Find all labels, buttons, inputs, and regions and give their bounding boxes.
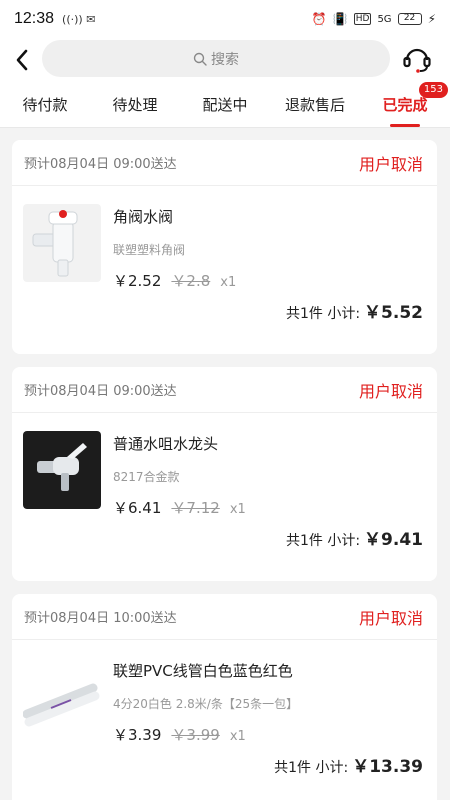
product-name: 普通水咀水龙头 [113, 435, 219, 453]
battery-icon: 22 [397, 13, 422, 25]
chevron-left-icon [16, 49, 28, 71]
order-summary: 共1件 小计: ￥13.39 [274, 752, 423, 777]
tab-pending-payment[interactable]: 待付款 [0, 82, 90, 127]
tab-pending-processing[interactable]: 待处理 [90, 82, 180, 127]
delivery-eta: 预计08月04日 10:00送达 [24, 611, 177, 626]
product-info: 联塑PVC线管白色蓝色红色 4分20白色 2.8米/条【25条一包】 ￥3.39… [113, 658, 298, 745]
product-row[interactable]: 普通水咀水龙头 8217合金款 ￥6.41 ￥7.12 x1 [12, 413, 437, 518]
order-summary: 共1件 小计: ￥5.52 [286, 298, 423, 323]
tab-completed-label: 已完成 [382, 96, 428, 114]
unit-price: ￥3.39 [113, 726, 162, 744]
order-subtotal: ￥5.52 [364, 303, 423, 323]
vibrate-icon: 📳 [332, 12, 348, 26]
status-time: 12:38 [14, 10, 55, 27]
quantity: x1 [229, 729, 246, 744]
item-count-label: 共1件 小计: [285, 306, 361, 322]
search-placeholder: 搜索 [211, 51, 239, 68]
order-status-tabs: 待付款 待处理 配送中 退款售后 已完成 153 [0, 82, 450, 128]
order-card[interactable]: 预计08月04日 10:00送达 用户取消 联塑PVC线管白色蓝色红色 4分20… [12, 594, 437, 800]
quantity: x1 [229, 502, 246, 517]
order-list: 预计08月04日 09:00送达 用户取消 角阀水阀 联塑塑料角阀 ￥2.52 [12, 140, 437, 800]
product-spec: 4分20白色 2.8米/条【25条一包】 [113, 697, 299, 711]
product-image-faucet [23, 431, 101, 509]
price-row: ￥3.39 ￥3.99 x1 [113, 724, 298, 745]
order-card-header: 预计08月04日 09:00送达 用户取消 [12, 367, 437, 413]
order-card-header: 预计08月04日 10:00送达 用户取消 [12, 594, 437, 640]
notification-icons: ((·)) ✉ [62, 12, 96, 26]
product-row[interactable]: 联塑PVC线管白色蓝色红色 4分20白色 2.8米/条【25条一包】 ￥3.39… [12, 640, 437, 745]
original-price: ￥3.99 [171, 726, 220, 744]
order-summary: 共1件 小计: ￥9.41 [286, 525, 423, 550]
back-button[interactable] [4, 40, 40, 80]
search-icon [193, 52, 207, 66]
order-card[interactable]: 预计08月04日 09:00送达 用户取消 角阀水阀 联塑塑料角阀 ￥2.52 [12, 140, 437, 354]
unit-price: ￥6.41 [113, 499, 162, 517]
delivery-eta: 预计08月04日 09:00送达 [24, 384, 177, 399]
product-image-angle-valve [23, 204, 101, 282]
original-price: ￥7.12 [171, 499, 220, 517]
product-row[interactable]: 角阀水阀 联塑塑料角阀 ￥2.52 ￥2.8 x1 [12, 186, 437, 291]
search-input[interactable]: 搜索 [42, 40, 390, 77]
delivery-eta: 预计08月04日 09:00送达 [24, 157, 177, 172]
price-row: ￥6.41 ￥7.12 x1 [113, 497, 246, 518]
headset-icon [403, 48, 431, 73]
tab-refund-after-sale[interactable]: 退款售后 [270, 82, 360, 127]
tab-completed[interactable]: 已完成 153 [360, 82, 450, 127]
order-card-header: 预计08月04日 09:00送达 用户取消 [12, 140, 437, 186]
tab-delivering[interactable]: 配送中 [180, 82, 270, 127]
order-subtotal: ￥13.39 [352, 757, 423, 777]
price-row: ￥2.52 ￥2.8 x1 [113, 270, 236, 291]
product-name: 角阀水阀 [113, 208, 174, 226]
order-status: 用户取消 [358, 381, 423, 401]
product-image-pvc-pipe [23, 658, 101, 736]
product-info: 角阀水阀 联塑塑料角阀 ￥2.52 ￥2.8 x1 [113, 204, 236, 291]
customer-service-button[interactable] [398, 40, 436, 78]
unit-price: ￥2.52 [113, 272, 162, 290]
alarm-icon: ⏰ [311, 12, 327, 26]
status-bar: 12:38 ((·)) ✉ ⏰ 📳 HD 5G 22 ⚡ [0, 0, 450, 38]
order-subtotal: ￥9.41 [364, 530, 423, 550]
product-spec: 8217合金款 [113, 470, 180, 484]
signal-icon: 5G [377, 13, 392, 25]
product-info: 普通水咀水龙头 8217合金款 ￥6.41 ￥7.12 x1 [113, 431, 246, 518]
completed-count-badge: 153 [418, 82, 448, 98]
product-spec: 联塑塑料角阀 [113, 243, 186, 257]
product-name: 联塑PVC线管白色蓝色红色 [113, 662, 293, 680]
quantity: x1 [220, 275, 237, 290]
header: 搜索 [0, 38, 450, 82]
order-status: 用户取消 [358, 608, 423, 628]
hd-icon: HD [353, 13, 372, 25]
item-count-label: 共1件 小计: [274, 760, 349, 776]
order-card[interactable]: 预计08月04日 09:00送达 用户取消 普通水咀水龙头 8217合金款 ￥6… [12, 367, 437, 581]
item-count-label: 共1件 小计: [285, 533, 361, 549]
order-status: 用户取消 [358, 154, 423, 174]
status-right-icons: ⏰ 📳 HD 5G 22 ⚡ [312, 12, 436, 26]
charging-icon: ⚡ [427, 12, 436, 26]
original-price: ￥2.8 [171, 272, 211, 290]
